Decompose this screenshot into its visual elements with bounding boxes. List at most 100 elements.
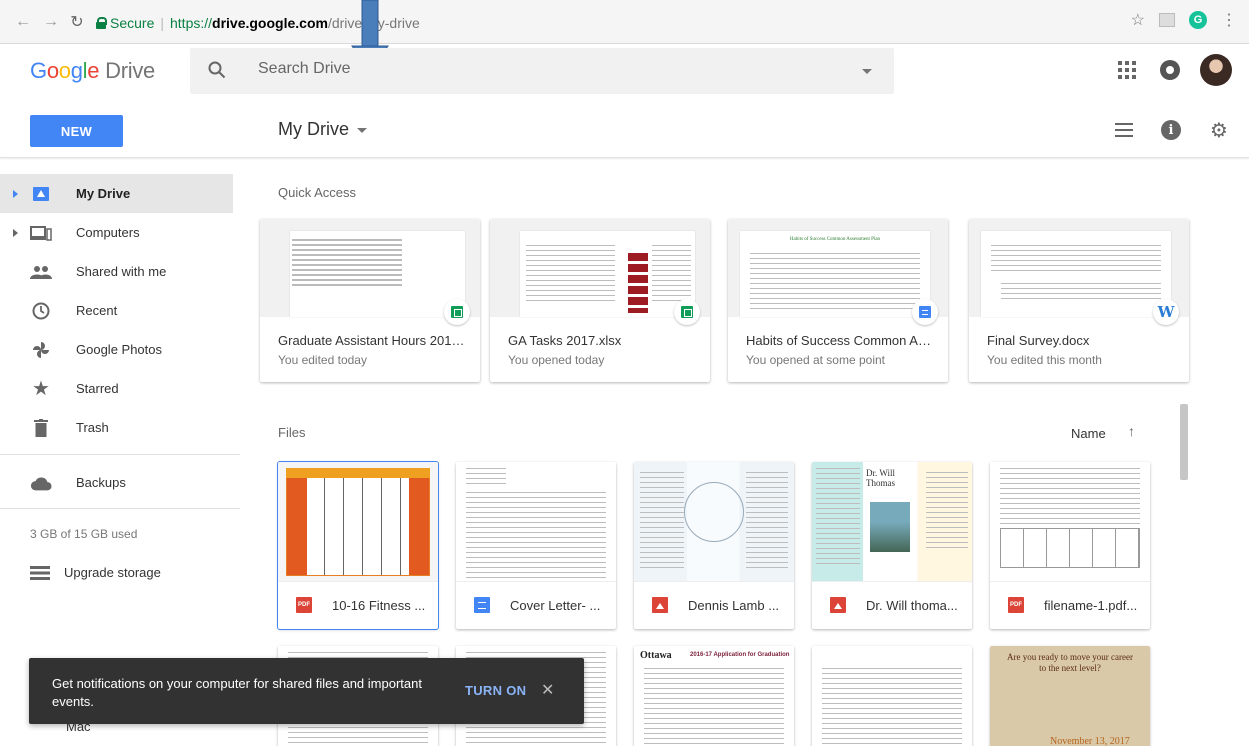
file-thumbnail — [634, 462, 794, 582]
new-button[interactable]: NEW — [30, 115, 123, 147]
computers-icon — [30, 222, 52, 244]
my-drive-dropdown[interactable]: My Drive — [278, 119, 367, 140]
sidebar-item-label: Trash — [76, 420, 109, 435]
file-name: Habits of Success Common Ass... — [746, 333, 936, 348]
my-drive-icon — [30, 183, 52, 205]
quick-access-card[interactable]: Habits of Success Common Assessment Plan… — [728, 219, 948, 382]
sidebar-divider — [0, 508, 240, 509]
file-card[interactable]: Ottawa 2016-17 Application for Graduatio… — [634, 646, 794, 746]
thumbnail-subtitle: 2016-17 Application for Graduation — [690, 652, 790, 658]
sidebar-item-label: Google Photos — [76, 342, 163, 357]
drive-header: Google Drive — [0, 44, 1249, 100]
file-card[interactable]: PDF filename-1.pdf... — [990, 462, 1150, 629]
sidebar-item-google-photos[interactable]: Google Photos — [0, 330, 233, 369]
address-separator: | — [160, 15, 164, 31]
photos-icon — [30, 339, 52, 361]
gear-icon[interactable]: ⚙ — [1209, 120, 1229, 140]
file-name: Dennis Lamb ... — [688, 598, 780, 613]
file-name: GA Tasks 2017.xlsx — [508, 333, 622, 348]
info-icon[interactable]: i — [1161, 120, 1181, 140]
sidebar-item-my-drive[interactable]: My Drive — [0, 174, 233, 213]
scrollbar[interactable] — [1180, 404, 1188, 480]
sidebar-item-label: Shared with me — [76, 264, 167, 279]
file-thumbnail: Ottawa 2016-17 Application for Graduatio… — [634, 646, 794, 746]
image-icon — [652, 597, 668, 613]
file-card[interactable]: Cover Letter- ... — [456, 462, 616, 629]
file-thumbnail: Dr. Will Thomas — [812, 462, 972, 582]
sort-by-name-button[interactable]: Name — [1071, 426, 1106, 441]
browser-extensions: ☆ G ⋮ — [1131, 10, 1237, 30]
shared-icon — [30, 261, 52, 283]
file-name: Cover Letter- ... — [510, 598, 601, 613]
list-view-icon[interactable] — [1115, 123, 1133, 137]
upgrade-storage-link[interactable]: Upgrade storage — [30, 565, 161, 580]
file-name: Dr. Will thoma... — [866, 598, 958, 613]
extension-icon[interactable] — [1159, 13, 1175, 27]
browser-menu-icon[interactable]: ⋮ — [1221, 10, 1237, 30]
file-card[interactable]: Are you ready to move your career to the… — [990, 646, 1150, 746]
secure-indicator[interactable]: Secure — [96, 15, 154, 31]
sidebar-item-label: Computers — [76, 225, 140, 240]
file-activity: You opened at some point — [746, 353, 886, 367]
search-options-chevron-down-icon[interactable] — [862, 69, 872, 74]
address-bar[interactable]: Secure | https://drive.google.com/drive/… — [96, 11, 1131, 35]
quick-access-card[interactable]: W Final Survey.docx You edited this mont… — [969, 219, 1189, 382]
pdf-icon: PDF — [296, 597, 312, 613]
sort-direction-arrow-icon[interactable]: ↑ — [1128, 423, 1135, 439]
file-activity: You opened today — [508, 353, 605, 367]
forward-icon[interactable]: → — [40, 11, 62, 33]
pdf-icon: PDF — [1008, 597, 1024, 613]
expand-arrow-icon[interactable] — [13, 189, 18, 198]
reload-icon[interactable]: ↻ — [66, 11, 88, 33]
sidebar-item-label: Backups — [76, 475, 126, 490]
notifications-icon[interactable] — [1160, 60, 1180, 80]
docs-icon — [474, 597, 490, 613]
sidebar-item-label: Starred — [76, 381, 119, 396]
notification-toast: Get notifications on your computer for s… — [29, 658, 584, 724]
page-title: My Drive — [278, 119, 349, 139]
storage-usage: 3 GB of 15 GB used — [30, 527, 138, 541]
sidebar-item-label: My Drive — [76, 186, 131, 201]
bookmark-star-icon[interactable]: ☆ — [1131, 10, 1145, 30]
sidebar-item-backups[interactable]: Backups — [0, 463, 233, 502]
url-host: drive.google.com — [212, 15, 328, 31]
lock-icon — [96, 17, 107, 29]
grammarly-icon[interactable]: G — [1189, 11, 1207, 29]
sidebar-divider — [0, 454, 240, 455]
file-name: Final Survey.docx — [987, 333, 1090, 348]
back-icon[interactable]: ← — [12, 11, 34, 33]
quick-access-card[interactable]: GA Tasks 2017.xlsx You opened today — [490, 219, 710, 382]
file-name: filename-1.pdf... — [1044, 598, 1138, 613]
google-drive-logo[interactable]: Google Drive — [30, 58, 155, 84]
avatar[interactable] — [1200, 54, 1232, 86]
sidebar-item-recent[interactable]: Recent — [0, 291, 233, 330]
apps-grid-icon[interactable] — [1118, 61, 1136, 79]
turn-on-button[interactable]: TURN ON — [465, 683, 526, 698]
trash-icon — [30, 417, 52, 439]
search-icon[interactable] — [208, 61, 226, 79]
file-card[interactable]: Dr. Will Thomas Dr. Will thoma... — [812, 462, 972, 629]
sidebar-item-shared-with-me[interactable]: Shared with me — [0, 252, 233, 291]
image-icon — [830, 597, 846, 613]
file-card[interactable]: Dennis Lamb ... — [634, 462, 794, 629]
file-thumbnail: Are you ready to move your career to the… — [990, 646, 1150, 746]
file-card[interactable]: PDF 10-16 Fitness ... — [278, 462, 438, 629]
quick-access-card[interactable]: Graduate Assistant Hours 2015-... You ed… — [260, 219, 480, 382]
sidebar-item-computers[interactable]: Computers — [0, 213, 233, 252]
sidebar-item-starred[interactable]: ★ Starred — [0, 369, 233, 408]
sidebar-item-trash[interactable]: Trash — [0, 408, 233, 447]
expand-arrow-icon[interactable] — [13, 228, 18, 237]
close-icon[interactable]: ✕ — [541, 680, 554, 700]
thumbnail-title: Are you ready to move your career — [1007, 652, 1133, 662]
clock-icon — [30, 300, 52, 322]
thumbnail-subtitle: to the next level? — [1039, 663, 1101, 673]
search-input[interactable] — [258, 60, 818, 78]
file-activity: You edited today — [278, 353, 367, 367]
cloud-icon — [30, 472, 52, 494]
view-controls: i ⚙ — [1115, 120, 1229, 140]
docs-icon — [912, 299, 938, 325]
sheets-icon — [444, 299, 470, 325]
file-card[interactable] — [812, 646, 972, 746]
thumbnail-title: Habits of Success Common Assessment Plan — [789, 237, 881, 242]
url-scheme: https:// — [170, 15, 213, 31]
